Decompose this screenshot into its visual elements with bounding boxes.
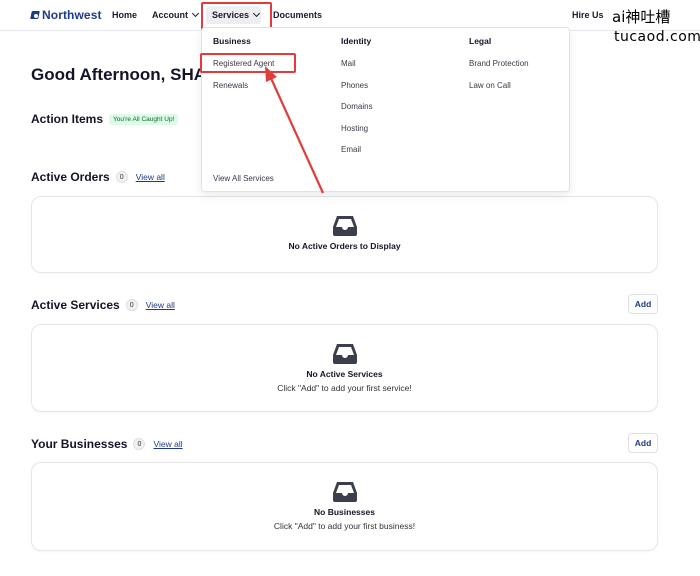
annotation-arrow (265, 66, 325, 194)
annotation-arrow-head (265, 66, 277, 82)
annotation-arrow-shaft (268, 75, 325, 194)
